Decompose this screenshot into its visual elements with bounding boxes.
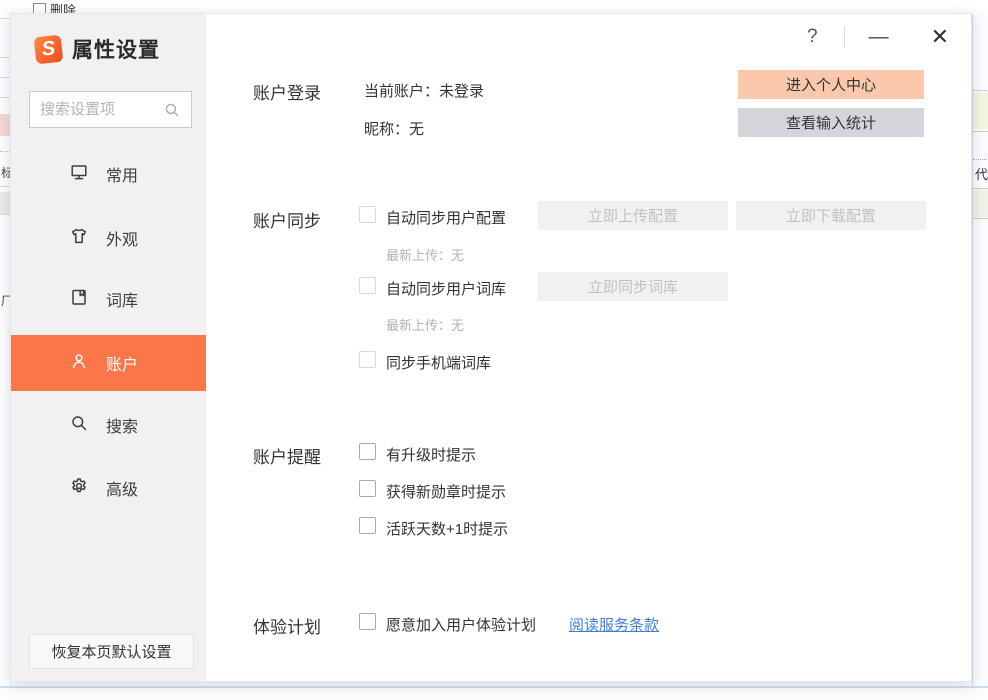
background-cell [0, 192, 10, 214]
settings-dialog: ? — ✕ S 属性设置 常用 [10, 13, 972, 682]
restore-defaults-button[interactable]: 恢复本页默认设置 [29, 634, 194, 669]
app-brand: S 属性设置 [35, 34, 160, 64]
background-cell [0, 114, 10, 136]
sidebar-item-advanced[interactable]: 高级 [11, 460, 206, 516]
section-label-login: 账户登录 [253, 79, 321, 104]
new-badge-prompt-checkbox[interactable] [359, 480, 376, 497]
sync-dict-now-button[interactable]: 立即同步词库 [538, 272, 728, 301]
sidebar-item-search[interactable]: 搜索 [11, 397, 206, 453]
background-cell [973, 93, 988, 129]
divider [0, 77, 10, 78]
divider [0, 214, 10, 215]
user-icon [69, 351, 89, 376]
sidebar-item-common[interactable]: 常用 [11, 146, 206, 202]
sogou-logo-icon: S [34, 34, 64, 64]
input-stats-button[interactable]: 查看输入统计 [738, 108, 924, 137]
active-days-prompt-checkbox[interactable] [359, 517, 376, 534]
background-window-bottom-edge [0, 686, 988, 688]
divider [973, 188, 988, 189]
monitor-icon [69, 162, 89, 187]
divider [973, 159, 988, 160]
titlebar-divider [844, 26, 845, 48]
divider [0, 186, 10, 187]
auto-sync-dict-checkbox[interactable] [359, 277, 376, 294]
background-cell [973, 190, 988, 217]
dictionary-icon [69, 287, 89, 312]
gear-icon [69, 476, 89, 501]
join-experience-plan-label: 愿意加入用户体验计划 [386, 614, 536, 635]
divider [0, 151, 10, 152]
search-icon [69, 413, 89, 438]
divider [973, 218, 988, 219]
upgrade-prompt-label: 有升级时提示 [386, 444, 476, 465]
help-icon[interactable]: ? [803, 26, 822, 48]
active-days-prompt-label: 活跃天数+1时提示 [386, 518, 508, 539]
sidebar-item-label: 词库 [106, 287, 138, 311]
sidebar: S 属性设置 常用 外观 [11, 14, 206, 681]
divider [973, 131, 988, 132]
titlebar-controls: ? — ✕ [803, 26, 955, 48]
background-text-fragment: 代 [975, 164, 988, 183]
sync-mobile-dict-checkbox[interactable] [359, 351, 376, 368]
download-config-button[interactable]: 立即下载配置 [736, 201, 926, 230]
upgrade-prompt-checkbox[interactable] [359, 443, 376, 460]
tshirt-icon [69, 226, 89, 251]
divider [0, 18, 10, 19]
current-account-text: 当前账户：未登录 [364, 80, 484, 101]
personal-center-button[interactable]: 进入个人中心 [738, 70, 924, 99]
new-badge-prompt-label: 获得新勋章时提示 [386, 481, 506, 502]
sidebar-item-appearance[interactable]: 外观 [11, 210, 206, 266]
search-input[interactable] [30, 101, 163, 118]
dialog-title: 属性设置 [72, 34, 160, 64]
sidebar-item-label: 外观 [106, 226, 138, 250]
close-icon[interactable]: ✕ [925, 27, 955, 47]
last-upload-config-text: 最新上传：无 [386, 245, 464, 264]
upload-config-button[interactable]: 立即上传配置 [538, 201, 728, 230]
sidebar-item-account[interactable]: 账户 [11, 335, 206, 391]
sidebar-item-label: 账户 [106, 351, 138, 375]
divider [0, 97, 10, 98]
nickname-text: 昵称：无 [364, 118, 424, 139]
join-experience-plan-checkbox[interactable] [359, 613, 376, 630]
section-label-sync: 账户同步 [253, 207, 321, 232]
sidebar-item-label: 常用 [106, 162, 138, 186]
sync-mobile-dict-label: 同步手机端词库 [386, 352, 491, 373]
auto-sync-dict-label: 自动同步用户词库 [386, 278, 506, 299]
sidebar-item-label: 高级 [106, 476, 138, 500]
divider [973, 90, 988, 91]
background-window-top-strip: 删除 [0, 0, 988, 14]
background-window-right-sliver: 代 [972, 14, 988, 686]
search-icon [163, 101, 181, 119]
last-upload-dict-text: 最新上传：无 [386, 315, 464, 334]
sidebar-item-dictionary[interactable]: 词库 [11, 271, 206, 327]
terms-of-service-link[interactable]: 阅读服务条款 [569, 614, 659, 635]
minimize-icon[interactable]: — [863, 28, 895, 46]
settings-search-box[interactable] [29, 91, 192, 128]
auto-sync-config-label: 自动同步用户配置 [386, 207, 506, 228]
section-label-reminder: 账户提醒 [253, 443, 321, 468]
section-label-experience: 体验计划 [253, 613, 321, 638]
divider [0, 57, 10, 58]
auto-sync-config-checkbox[interactable] [359, 206, 376, 223]
sidebar-item-label: 搜索 [106, 413, 138, 437]
